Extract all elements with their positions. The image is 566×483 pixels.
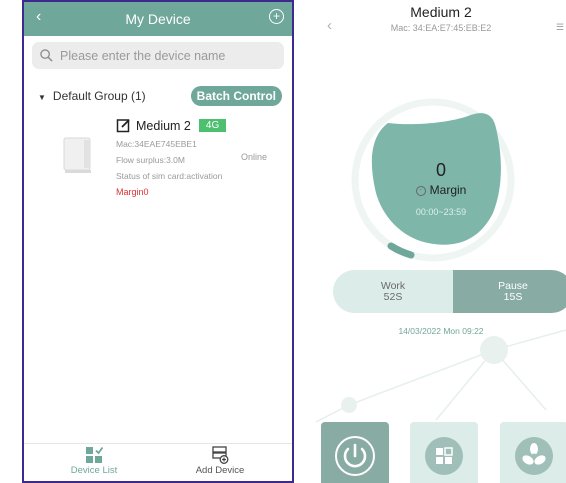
list-icon[interactable]: ☰ bbox=[556, 22, 564, 33]
work-value: 52S bbox=[383, 290, 403, 303]
pause-value: 15S bbox=[503, 290, 523, 303]
bottom-tab-bar: Device List Add Device bbox=[24, 443, 292, 481]
fan-icon bbox=[515, 437, 553, 475]
device-list-screen: ‹ My Device + Please enter the device na… bbox=[22, 0, 294, 483]
edit-icon[interactable] bbox=[116, 118, 131, 133]
gauge-time: 00:00~23:59 bbox=[415, 207, 467, 217]
device-mac: Mac:34EAE745EBE1 bbox=[116, 139, 197, 149]
add-icon[interactable]: + bbox=[269, 9, 284, 24]
device-sim-status: Status of sim card:activation bbox=[116, 171, 223, 181]
power-icon bbox=[335, 436, 375, 476]
add-device-icon bbox=[212, 446, 229, 464]
mode-button[interactable] bbox=[410, 422, 478, 483]
device-name: Medium 2 bbox=[136, 118, 191, 133]
device-flow: Flow surplus:3.0M bbox=[116, 155, 185, 165]
tab-add-device[interactable]: Add Device bbox=[180, 446, 260, 476]
search-placeholder: Please enter the device name bbox=[60, 48, 226, 63]
pause-button[interactable]: Pause 15S bbox=[453, 270, 566, 313]
grid-icon bbox=[425, 437, 463, 475]
tab-device-list[interactable]: Device List bbox=[54, 446, 134, 476]
network-badge: 4G bbox=[198, 119, 227, 132]
minus-circle-icon: - bbox=[415, 185, 426, 196]
device-thumbnail bbox=[63, 137, 91, 173]
group-toggle[interactable]: ▼ Default Group (1) bbox=[38, 89, 146, 103]
work-button[interactable]: Work 52S bbox=[333, 270, 453, 313]
search-icon bbox=[40, 49, 53, 62]
group-row: ▼ Default Group (1) Batch Control bbox=[38, 86, 282, 106]
device-margin: Margin0 bbox=[116, 187, 149, 197]
group-label: Default Group (1) bbox=[52, 89, 146, 103]
gauge-label-row: - Margin bbox=[316, 183, 566, 197]
device-title: Medium 2 bbox=[410, 4, 472, 20]
device-name-row: Medium 2 4G bbox=[116, 118, 227, 133]
work-pause-toggle: Work 52S Pause 15S bbox=[333, 270, 566, 313]
gauge-label: Margin bbox=[429, 183, 467, 197]
grid-icon bbox=[86, 446, 103, 463]
search-input[interactable]: Please enter the device name bbox=[32, 42, 284, 69]
device-item[interactable]: Medium 2 4G Mac:34EAE745EBE1 Flow surplu… bbox=[24, 114, 292, 204]
header-bar: ‹ My Device + bbox=[24, 2, 292, 36]
tab-label: Add Device bbox=[195, 465, 245, 476]
power-button[interactable] bbox=[321, 422, 389, 483]
device-mac: Mac: 34:EA:E7:45:EB:E2 bbox=[390, 23, 492, 33]
back-icon[interactable]: ‹ bbox=[36, 8, 41, 26]
gauge-value: 0 bbox=[435, 160, 446, 180]
page-title: My Device bbox=[125, 11, 191, 27]
tab-label: Device List bbox=[70, 465, 118, 476]
work-label: Work bbox=[380, 279, 406, 292]
status-badge: Online bbox=[241, 152, 268, 162]
datetime: 14/03/2022 Mon 09:22 bbox=[398, 326, 484, 336]
pause-label: Pause bbox=[498, 279, 528, 292]
fan-button[interactable] bbox=[500, 422, 566, 483]
batch-control-button[interactable]: Batch Control bbox=[190, 86, 282, 106]
caret-down-icon: ▼ bbox=[38, 93, 46, 102]
device-detail-screen: ‹ Medium 2 Mac: 34:EA:E7:45:EB:E2 ☰ 0 -M… bbox=[316, 0, 566, 483]
